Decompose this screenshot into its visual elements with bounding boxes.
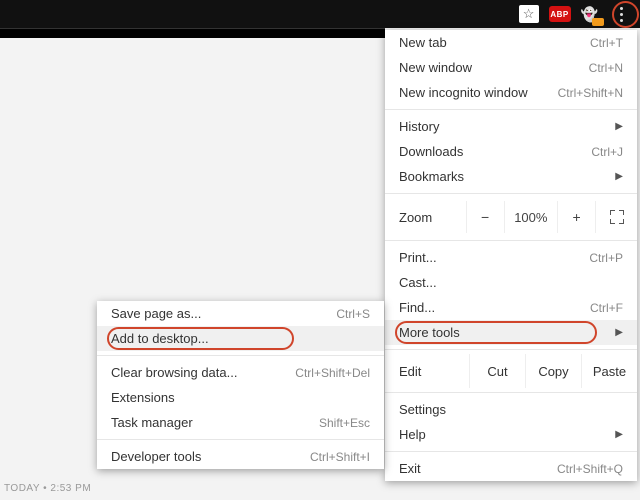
submenu-developer-tools[interactable]: Developer tools Ctrl+Shift+I [97,444,384,469]
chrome-menu-button[interactable] [608,1,634,27]
menu-separator [385,349,637,350]
menu-history[interactable]: History ▶ [385,114,637,139]
edit-cut-button[interactable]: Cut [469,354,525,388]
menu-label: Developer tools [111,449,310,464]
menu-more-tools[interactable]: More tools ▶ [385,320,637,345]
page-header-bar [0,28,385,38]
extension-ghostery-icon[interactable]: 👻 [581,6,598,23]
menu-shortcut: Ctrl+Shift+Del [295,366,370,380]
submenu-add-to-desktop[interactable]: Add to desktop... [97,326,384,351]
menu-find[interactable]: Find... Ctrl+F [385,295,637,320]
menu-shortcut: Ctrl+T [590,36,623,50]
menu-separator [385,451,637,452]
menu-label: Exit [399,461,557,476]
browser-toolbar: ☆ ABP 👻 [0,0,640,28]
menu-exit[interactable]: Exit Ctrl+Shift+Q [385,456,637,481]
menu-edit: Edit Cut Copy Paste [385,354,637,388]
menu-label: Extensions [111,390,370,405]
chevron-right-icon: ▶ [609,327,623,338]
menu-label: Print... [399,250,589,265]
more-tools-submenu: Save page as... Ctrl+S Add to desktop...… [97,301,384,469]
page-timestamp: TODAY • 2:53 PM [4,483,91,494]
edit-copy-button[interactable]: Copy [525,354,581,388]
zoom-out-button[interactable]: − [466,201,504,233]
menu-separator [97,439,384,440]
menu-help[interactable]: Help ▶ [385,422,637,447]
zoom-percent: 100% [504,201,557,233]
menu-label: Settings [399,402,623,417]
submenu-clear-browsing-data[interactable]: Clear browsing data... Ctrl+Shift+Del [97,360,384,385]
zoom-in-button[interactable]: + [557,201,595,233]
menu-separator [385,193,637,194]
menu-separator [385,392,637,393]
menu-label: New tab [399,35,590,50]
menu-shortcut: Ctrl+N [589,61,623,75]
menu-label: Bookmarks [399,169,609,184]
menu-cast[interactable]: Cast... [385,270,637,295]
menu-separator [385,109,637,110]
menu-separator [385,240,637,241]
menu-shortcut: Ctrl+J [591,145,623,159]
menu-shortcut: Ctrl+Shift+N [558,86,623,100]
menu-label: Downloads [399,144,591,159]
menu-new-incognito[interactable]: New incognito window Ctrl+Shift+N [385,80,637,105]
chrome-main-menu: New tab Ctrl+T New window Ctrl+N New inc… [385,30,637,481]
menu-label: Save page as... [111,306,336,321]
bookmark-star-icon[interactable]: ☆ [519,5,539,23]
menu-shortcut: Ctrl+S [336,307,370,321]
menu-new-window[interactable]: New window Ctrl+N [385,55,637,80]
menu-label: Zoom [399,210,466,225]
extension-abp-icon[interactable]: ABP [549,6,571,22]
submenu-extensions[interactable]: Extensions [97,385,384,410]
menu-settings[interactable]: Settings [385,397,637,422]
chevron-right-icon: ▶ [609,429,623,440]
menu-label: Clear browsing data... [111,365,295,380]
menu-label: Edit [399,364,469,379]
submenu-save-page[interactable]: Save page as... Ctrl+S [97,301,384,326]
menu-separator [97,355,384,356]
menu-new-tab[interactable]: New tab Ctrl+T [385,30,637,55]
menu-shortcut: Ctrl+P [589,251,623,265]
menu-shortcut: Ctrl+F [590,301,623,315]
menu-label: History [399,119,609,134]
menu-shortcut: Ctrl+Shift+Q [557,462,623,476]
menu-label: Find... [399,300,590,315]
menu-shortcut: Shift+Esc [319,416,370,430]
menu-label: Add to desktop... [111,331,370,346]
fullscreen-icon [610,210,624,224]
menu-label: Cast... [399,275,623,290]
edit-paste-button[interactable]: Paste [581,354,637,388]
menu-print[interactable]: Print... Ctrl+P [385,245,637,270]
menu-label: New incognito window [399,85,558,100]
kebab-icon [620,7,623,22]
menu-zoom: Zoom − 100% + [385,198,637,236]
chevron-right-icon: ▶ [609,121,623,132]
menu-label: New window [399,60,589,75]
menu-bookmarks[interactable]: Bookmarks ▶ [385,164,637,189]
fullscreen-button[interactable] [595,201,637,233]
menu-shortcut: Ctrl+Shift+I [310,450,370,464]
menu-label: Task manager [111,415,319,430]
chevron-right-icon: ▶ [609,171,623,182]
menu-label: Help [399,427,609,442]
menu-downloads[interactable]: Downloads Ctrl+J [385,139,637,164]
menu-label: More tools [399,325,609,340]
submenu-task-manager[interactable]: Task manager Shift+Esc [97,410,384,435]
